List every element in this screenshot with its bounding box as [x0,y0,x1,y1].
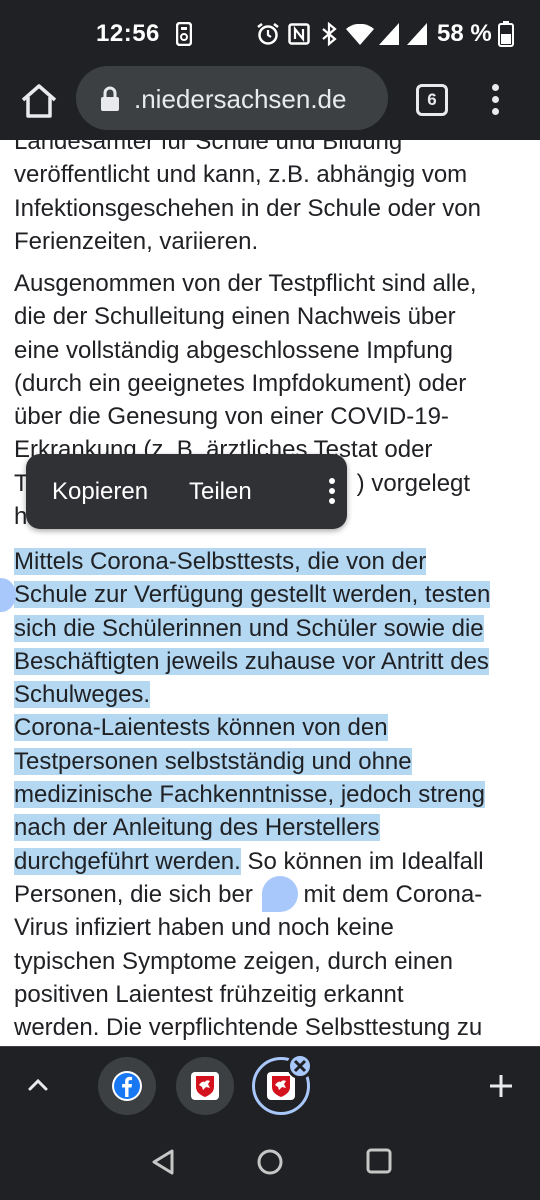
chevron-up-icon[interactable] [26,1073,50,1097]
selected-text: Schule zur Verfügung gestellt werden, te… [14,581,491,609]
nfc-icon [288,23,310,45]
text-line: die der Schulleitung einen Nachweis über [14,303,456,331]
niedersachsen-crest-icon [191,1072,219,1100]
tab-facebook[interactable] [98,1057,156,1115]
text-fragment: s mit dem Corona- [284,880,483,908]
text-line: veröffentlicht und kann, z.B. abhängig v… [14,161,468,189]
copy-button[interactable]: Kopieren [52,478,148,506]
selected-text-line: sich die Schülerinnen und Schüler sowie … [14,612,534,645]
browser-toolbar: .niedersachsen.de 6 [0,62,540,140]
home-icon[interactable] [18,80,60,122]
selected-text: Corona-Laientests können von den [14,714,388,742]
facebook-icon [112,1071,142,1101]
url-bar[interactable]: .niedersachsen.de [76,66,388,130]
selected-text: Mittels Corona-Selbsttests, die von der [14,548,427,575]
selected-text: nach der Anleitung des Herstellers [14,814,380,842]
selected-text: durchgeführt werden. [14,847,241,875]
close-tab-icon[interactable] [287,1053,313,1079]
selected-text: medizinische Fachkenntnisse, jedoch stre… [14,781,485,809]
new-tab-icon[interactable] [488,1073,514,1099]
text-fragment: So können im Idealfall [240,847,484,875]
text-line: Ferienzeiten, variieren. [14,227,259,255]
share-button[interactable]: Teilen [189,478,252,506]
bluetooth-icon [322,22,337,46]
tab-switcher-button[interactable]: 6 [416,84,448,116]
text-line: Virus infiziert haben und noch keine [14,914,394,942]
tab-strip [0,1046,540,1124]
text-line: (durch ein geeignetes Impfdokument) oder [14,369,467,397]
text-line: Infektionsgeschehen in der Schule oder v… [14,194,481,222]
home-nav-icon[interactable] [256,1148,284,1176]
battery-icon [498,21,514,47]
text-line: Landesamter für Schule und Bildung [14,140,403,155]
back-icon[interactable] [150,1148,176,1176]
selected-text: sich die Schülerinnen und Schüler sowie … [14,614,484,642]
text-line: werden. Die verpflichtende Selbsttestung… [14,1014,483,1042]
url-text[interactable]: .niedersachsen.de [134,84,346,115]
selected-text-line: Corona-Laientests können von den [14,711,534,744]
text-line: eine vollständig abgeschlossene Impfung [14,336,453,364]
overflow-menu-icon[interactable] [484,80,508,120]
lock-icon[interactable] [100,86,120,112]
selected-text: Schulweges. [14,681,151,709]
wifi-icon [346,24,374,45]
text-line: typischen Symptome zeigen, durch einen [14,947,453,975]
text-selection-menu: Kopieren Teilen [26,454,347,529]
selected-text: Testpersonen selbstständig und ohne [14,747,412,775]
selected-text-line: Mittels Corona-Selbsttests, die von der [14,545,534,578]
selected-text-line: Beschäftigten jeweils zuhause vor Antrit… [14,645,534,678]
battery-percent: 58 % [437,20,492,47]
status-bar: 12:56 58 % [0,0,540,62]
status-time: 12:56 [96,20,160,47]
text-line: Ausgenommen von der Testpflicht sind all… [14,270,477,297]
selection-end-handle[interactable] [262,876,298,912]
selected-text-line: Testpersonen selbstständig und ohne [14,745,534,778]
system-nav-bar [0,1124,540,1200]
selected-text: Beschäftigten jeweils zuhause vor Antrit… [14,647,489,675]
recents-icon[interactable] [366,1148,392,1174]
text-fragment: ) vorgelegt [356,469,471,497]
tab-niedersachsen[interactable] [176,1057,234,1115]
text-line: über die Genesung von einer COVID-19- [14,403,449,431]
alarm-icon [257,23,279,45]
paragraph-selftests: Mittels Corona-Selbsttests, die von der … [14,545,534,1044]
signal-icon-2 [407,23,427,45]
selected-text-line: Schulweges. [14,678,534,711]
more-options-icon[interactable] [322,474,342,508]
lock-notification-icon [176,22,192,46]
selected-text-line: durchgeführt werden. So können im Idealf… [14,845,534,878]
selected-text-line: medizinische Fachkenntnisse, jedoch stre… [14,778,534,811]
text-line: positiven Laientest frühzeitig erkannt [14,980,404,1008]
signal-icon-1 [379,23,399,45]
selected-text-line: nach der Anleitung des Herstellers [14,811,534,844]
text-fragment: Personen, die sich ber [14,880,253,908]
selected-text-line: Schule zur Verfügung gestellt werden, te… [14,578,534,611]
paragraph-testing-schedule: Landesamter für Schule und Bildung veröf… [14,140,534,258]
